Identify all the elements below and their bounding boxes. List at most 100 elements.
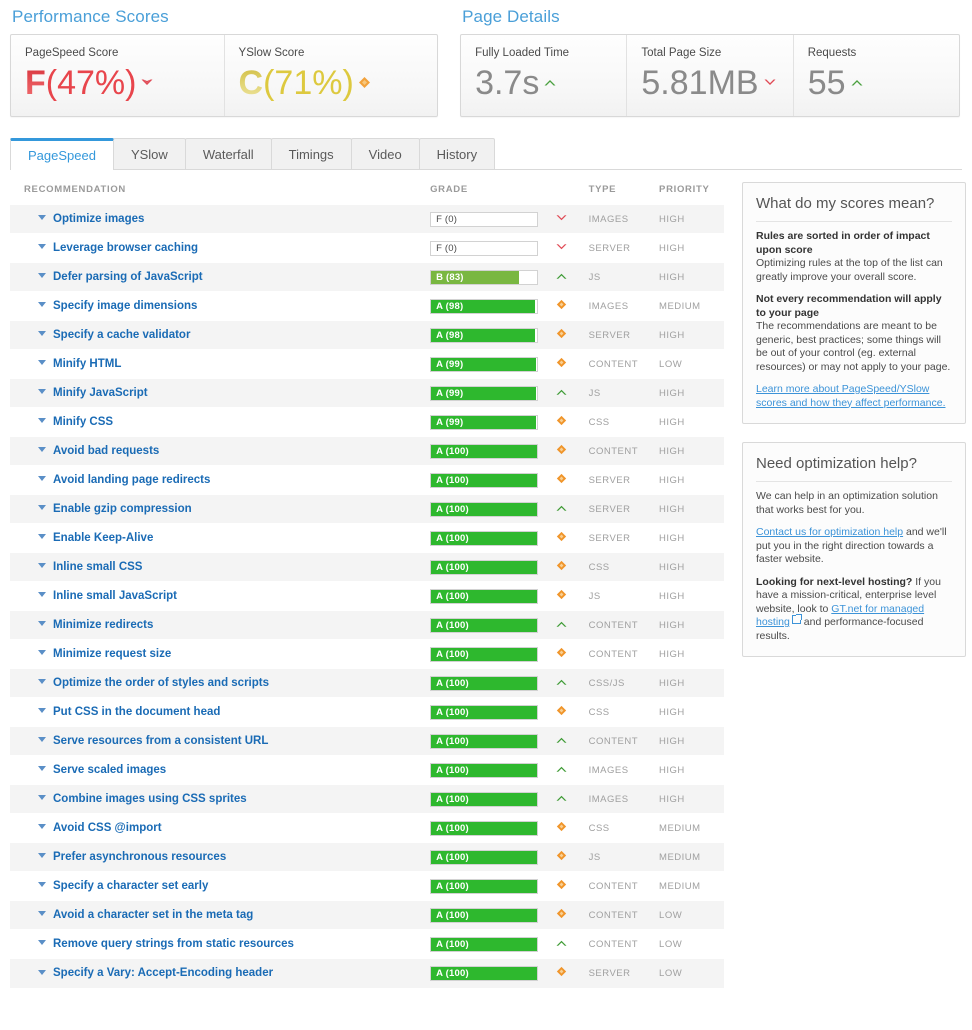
cell-recommendation: Inline small JavaScript bbox=[10, 581, 431, 611]
recommendation-link[interactable]: Specify a character set early bbox=[53, 880, 208, 892]
recommendation-link[interactable]: Avoid CSS @import bbox=[53, 822, 162, 834]
recommendation-link[interactable]: Defer parsing of JavaScript bbox=[53, 271, 203, 283]
recommendation-link[interactable]: Enable gzip compression bbox=[53, 503, 192, 515]
recommendation-link[interactable]: Prefer asynchronous resources bbox=[53, 851, 226, 863]
expand-caret-icon[interactable] bbox=[38, 766, 46, 772]
recommendation-link[interactable]: Specify a Vary: Accept-Encoding header bbox=[53, 967, 273, 979]
expand-caret-icon[interactable] bbox=[38, 505, 46, 511]
total-page-size-card[interactable]: Total Page Size 5.81MB bbox=[627, 35, 794, 116]
tab-waterfall[interactable]: Waterfall bbox=[184, 138, 272, 169]
expand-caret-icon[interactable] bbox=[38, 882, 46, 888]
table-row[interactable]: Minify CSS A (99) CSS HIGH bbox=[10, 407, 724, 437]
expand-caret-icon[interactable] bbox=[38, 795, 46, 801]
table-row[interactable]: Avoid CSS @import A (100) CSS MEDIUM bbox=[10, 813, 724, 843]
expand-caret-icon[interactable] bbox=[38, 331, 46, 337]
expand-caret-icon[interactable] bbox=[38, 273, 46, 279]
expand-caret-icon[interactable] bbox=[38, 853, 46, 859]
table-row[interactable]: Optimize images F (0) IMAGES HIGH bbox=[10, 204, 724, 234]
recommendation-link[interactable]: Enable Keep-Alive bbox=[53, 532, 153, 544]
table-row[interactable]: Minimize request size A (100) CONTENT HIGH bbox=[10, 639, 724, 669]
expand-caret-icon[interactable] bbox=[38, 476, 46, 482]
table-row[interactable]: Inline small CSS A (100) CSS HIGH bbox=[10, 552, 724, 582]
expand-caret-icon[interactable] bbox=[38, 650, 46, 656]
recommendation-link[interactable]: Avoid landing page redirects bbox=[53, 474, 210, 486]
recommendation-link[interactable]: Put CSS in the document head bbox=[53, 706, 220, 718]
table-row[interactable]: Prefer asynchronous resources A (100) JS ME… bbox=[10, 842, 724, 872]
expand-caret-icon[interactable] bbox=[38, 563, 46, 569]
table-row[interactable]: Minify HTML A (99) CONTENT LOW bbox=[10, 349, 724, 379]
table-row[interactable]: Put CSS in the document head A (100) CSS HI… bbox=[10, 697, 724, 727]
table-row[interactable]: Serve scaled images A (100) IMAGES HIGH bbox=[10, 755, 724, 785]
table-row[interactable]: Inline small JavaScript A (100) JS HIGH bbox=[10, 581, 724, 611]
cell-grade: A (98) bbox=[430, 291, 589, 321]
tab-history[interactable]: History bbox=[418, 138, 496, 169]
expand-caret-icon[interactable] bbox=[38, 302, 46, 308]
contact-us-link[interactable]: Contact us for optimization help bbox=[756, 526, 903, 538]
expand-caret-icon[interactable] bbox=[38, 534, 46, 540]
expand-caret-icon[interactable] bbox=[38, 360, 46, 366]
table-row[interactable]: Avoid landing page redirects A (100) SERVE… bbox=[10, 465, 724, 495]
table-row[interactable]: Specify image dimensions A (98) IMAGES MEDI… bbox=[10, 291, 724, 321]
recommendation-link[interactable]: Avoid bad requests bbox=[53, 445, 159, 457]
table-row[interactable]: Specify a character set early A (100) CONT… bbox=[10, 871, 724, 901]
recommendation-link[interactable]: Avoid a character set in the meta tag bbox=[53, 909, 253, 921]
expand-caret-icon[interactable] bbox=[38, 447, 46, 453]
header-priority[interactable]: PRIORITY bbox=[659, 182, 724, 205]
table-row[interactable]: Minimize redirects A (100) CONTENT HIGH bbox=[10, 610, 724, 640]
pagespeed-score-card[interactable]: PageSpeed Score F(47%) bbox=[11, 35, 225, 116]
recommendation-link[interactable]: Remove query strings from static resourc… bbox=[53, 938, 294, 950]
recommendation-link[interactable]: Combine images using CSS sprites bbox=[53, 793, 247, 805]
recommendation-link[interactable]: Minify HTML bbox=[53, 358, 121, 370]
table-row[interactable]: Remove query strings from static resourc… bbox=[10, 929, 724, 959]
recommendation-link[interactable]: Optimize the order of styles and scripts bbox=[53, 677, 269, 689]
expand-caret-icon[interactable] bbox=[38, 244, 46, 250]
recommendation-link[interactable]: Specify a cache validator bbox=[53, 329, 190, 341]
expand-caret-icon[interactable] bbox=[38, 969, 46, 975]
expand-caret-icon[interactable] bbox=[38, 418, 46, 424]
table-row[interactable]: Avoid bad requests A (100) CONTENT HIGH bbox=[10, 436, 724, 466]
recommendation-link[interactable]: Inline small CSS bbox=[53, 561, 142, 573]
recommendation-link[interactable]: Minimize redirects bbox=[53, 619, 153, 631]
recommendation-link[interactable]: Specify image dimensions bbox=[53, 300, 197, 312]
requests-card[interactable]: Requests 55 bbox=[794, 35, 959, 116]
learn-more-link[interactable]: Learn more about PageSpeed/YSlow scores … bbox=[756, 383, 946, 409]
tab-video[interactable]: Video bbox=[350, 138, 420, 169]
table-row[interactable]: Defer parsing of JavaScript B (83) JS HIGH bbox=[10, 262, 724, 292]
recommendation-link[interactable]: Minify CSS bbox=[53, 416, 113, 428]
table-row[interactable]: Enable Keep-Alive A (100) SERVER HIGH bbox=[10, 523, 724, 553]
header-type[interactable]: TYPE bbox=[589, 182, 659, 205]
expand-caret-icon[interactable] bbox=[38, 621, 46, 627]
table-row[interactable]: Avoid a character set in the meta tag A (… bbox=[10, 900, 724, 930]
recommendation-link[interactable]: Inline small JavaScript bbox=[53, 590, 177, 602]
yslow-score-card[interactable]: YSlow Score C(71%) bbox=[225, 35, 438, 116]
tab-timings[interactable]: Timings bbox=[270, 138, 352, 169]
table-row[interactable]: Specify a cache validator A (98) SERVER HIG… bbox=[10, 320, 724, 350]
recommendation-link[interactable]: Serve scaled images bbox=[53, 764, 166, 776]
expand-caret-icon[interactable] bbox=[38, 940, 46, 946]
recommendation-link[interactable]: Leverage browser caching bbox=[53, 242, 198, 254]
expand-caret-icon[interactable] bbox=[38, 389, 46, 395]
recommendation-link[interactable]: Minimize request size bbox=[53, 648, 171, 660]
expand-caret-icon[interactable] bbox=[38, 911, 46, 917]
expand-caret-icon[interactable] bbox=[38, 824, 46, 830]
recommendation-link[interactable]: Serve resources from a consistent URL bbox=[53, 735, 268, 747]
table-row[interactable]: Combine images using CSS sprites A (100) I… bbox=[10, 784, 724, 814]
table-row[interactable]: Serve resources from a consistent URL A (… bbox=[10, 726, 724, 756]
table-row[interactable]: Minify JavaScript A (99) JS HIGH bbox=[10, 378, 724, 408]
expand-caret-icon[interactable] bbox=[38, 215, 46, 221]
fully-loaded-time-card[interactable]: Fully Loaded Time 3.7s bbox=[461, 35, 628, 116]
table-row[interactable]: Leverage browser caching F (0) SERVER HIGH bbox=[10, 233, 724, 263]
expand-caret-icon[interactable] bbox=[38, 708, 46, 714]
table-row[interactable]: Enable gzip compression A (100) SERVER HIGH bbox=[10, 494, 724, 524]
recommendation-link[interactable]: Optimize images bbox=[53, 213, 144, 225]
tab-pagespeed[interactable]: PageSpeed bbox=[10, 138, 114, 170]
table-row[interactable]: Specify a Vary: Accept-Encoding header A … bbox=[10, 958, 724, 988]
header-grade[interactable]: GRADE bbox=[430, 182, 589, 205]
tab-yslow[interactable]: YSlow bbox=[112, 138, 186, 169]
recommendation-link[interactable]: Minify JavaScript bbox=[53, 387, 148, 399]
expand-caret-icon[interactable] bbox=[38, 737, 46, 743]
header-recommendation[interactable]: RECOMMENDATION bbox=[10, 182, 430, 205]
expand-caret-icon[interactable] bbox=[38, 592, 46, 598]
expand-caret-icon[interactable] bbox=[38, 679, 46, 685]
table-row[interactable]: Optimize the order of styles and scripts… bbox=[10, 668, 724, 698]
